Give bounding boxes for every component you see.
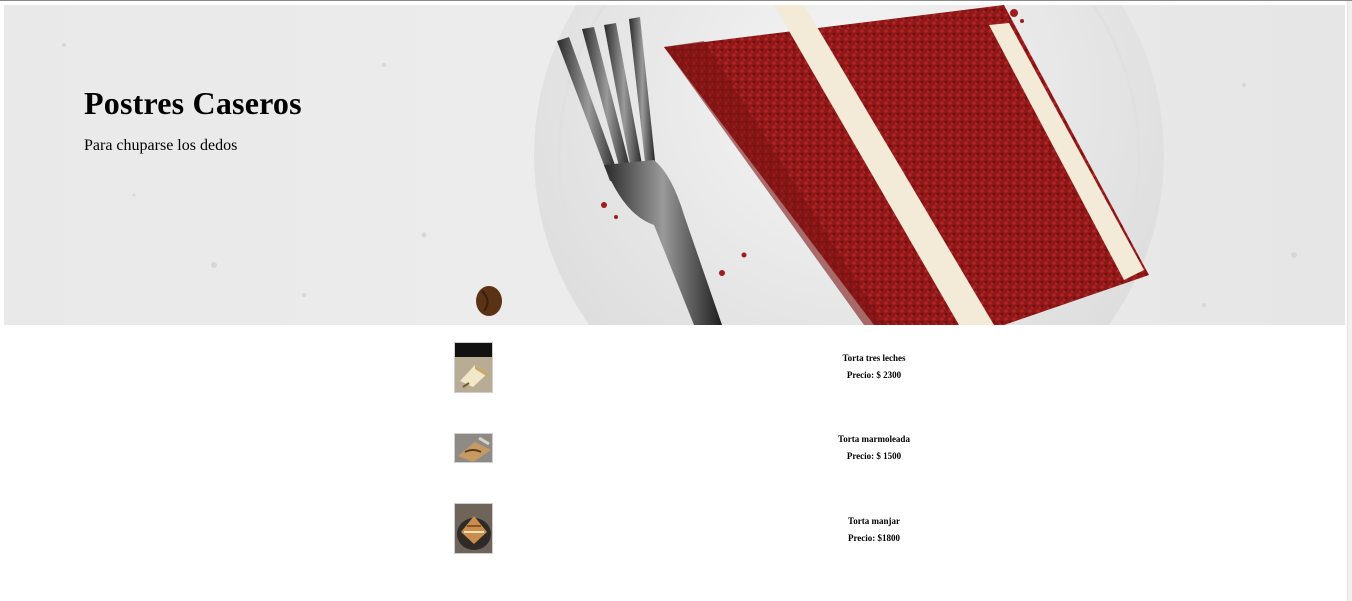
tres-leches-cake-photo[interactable] [454,342,493,393]
hero-banner: Postres Caseros Para chuparse los dedos [4,5,1345,325]
window-top-border [0,0,1352,1]
product-name: Torta manjar [848,516,900,526]
page-subtitle: Para chuparse los dedos [84,137,238,154]
manjar-cake-photo[interactable] [454,503,493,554]
page-title: Postres Caseros [84,85,302,121]
product-price: Precio: $1800 [847,533,901,543]
product-price: Precio: $ 2300 [846,370,902,380]
product-price: Precio: $ 1500 [846,451,902,461]
product-info: Torta marmoleada Precio: $ 1500 [774,431,974,465]
product-info: Torta manjar Precio: $1800 [774,513,974,547]
marble-cake-photo[interactable] [454,433,493,463]
cake-hero-image [62,5,1297,325]
product-name: Torta tres leches [842,353,906,363]
product-info: Torta tres leches Precio: $ 2300 [774,350,974,384]
product-name: Torta marmoleada [838,434,910,444]
page-scrollbar[interactable] [1347,1,1352,601]
